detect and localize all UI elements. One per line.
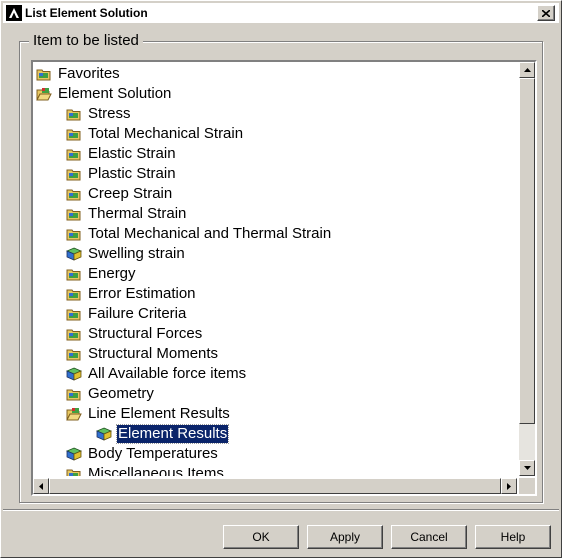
- cube-icon: [95, 427, 113, 441]
- tree-item[interactable]: Plastic Strain: [66, 164, 177, 184]
- help-button[interactable]: Help: [475, 525, 551, 549]
- scroll-right-button[interactable]: [501, 478, 517, 494]
- ansys-logo-icon: [6, 5, 22, 21]
- tree-item-label: All Available force items: [88, 365, 247, 382]
- tree-item[interactable]: Total Mechanical and Thermal Strain: [66, 224, 332, 244]
- folder-icon: [66, 227, 82, 241]
- vertical-scroll-thumb[interactable]: [519, 78, 535, 424]
- tree-item-label: Swelling strain: [88, 245, 185, 262]
- close-icon: [542, 9, 550, 17]
- open-folder-icon: [36, 87, 52, 101]
- tree-item-label: Stress: [88, 105, 131, 122]
- horizontal-scrollbar[interactable]: [33, 478, 517, 494]
- tree-item-label: Failure Criteria: [88, 305, 187, 322]
- folder-icon: [66, 467, 82, 476]
- folder-icon: [66, 207, 82, 221]
- folder-icon: [66, 167, 82, 181]
- horizontal-scroll-thumb[interactable]: [49, 478, 501, 494]
- tree-item[interactable]: Swelling strain: [65, 244, 186, 264]
- tree-item[interactable]: Line Element Results: [66, 404, 231, 424]
- tree-item-label: Total Mechanical Strain: [88, 125, 244, 142]
- tree-item-label: Element Results: [115, 424, 230, 444]
- tree-item[interactable]: Geometry: [66, 384, 155, 404]
- tree-content: Favorites Element Solution Stress Total Mec…: [33, 62, 517, 476]
- tree-item-label: Structural Moments: [88, 345, 219, 362]
- tree-item-label: Body Temperatures: [88, 445, 218, 462]
- scroll-corner: [519, 478, 535, 494]
- tree-item[interactable]: Structural Moments: [66, 344, 219, 364]
- tree-item[interactable]: Body Temperatures: [65, 444, 219, 464]
- vertical-scrollbar[interactable]: [519, 62, 535, 476]
- tree-item-label: Element Solution: [58, 85, 172, 102]
- tree-item[interactable]: Element Solution: [36, 84, 172, 104]
- tree-item[interactable]: Failure Criteria: [66, 304, 187, 324]
- tree-item-label: Favorites: [58, 65, 120, 82]
- item-tree[interactable]: Favorites Element Solution Stress Total Mec…: [31, 60, 537, 496]
- cube-icon: [65, 367, 83, 381]
- folder-icon: [36, 67, 52, 81]
- tree-item-label: Elastic Strain: [88, 145, 176, 162]
- tree-item[interactable]: Favorites: [36, 64, 121, 84]
- window-title: List Element Solution: [25, 6, 148, 20]
- tree-item[interactable]: Elastic Strain: [66, 144, 177, 164]
- tree-item-label: Energy: [88, 265, 136, 282]
- arrow-up-icon: [523, 68, 531, 72]
- tree-item-label: Creep Strain: [88, 185, 173, 202]
- open-folder-icon: [66, 407, 82, 421]
- apply-button[interactable]: Apply: [307, 525, 383, 549]
- tree-item-label: Thermal Strain: [88, 205, 187, 222]
- folder-icon: [66, 267, 82, 281]
- tree-item[interactable]: Creep Strain: [66, 184, 173, 204]
- tree-item-label: Line Element Results: [88, 405, 230, 422]
- tree-item[interactable]: Structural Forces: [66, 324, 203, 344]
- scroll-up-button[interactable]: [519, 62, 535, 78]
- group-label: Item to be listed: [29, 32, 143, 49]
- tree-item-label: Total Mechanical and Thermal Strain: [88, 225, 332, 242]
- cube-icon: [65, 247, 83, 261]
- arrow-left-icon: [39, 482, 43, 490]
- folder-icon: [66, 347, 82, 361]
- separator: [3, 509, 559, 511]
- tree-item[interactable]: Miscellaneous Items: [66, 464, 225, 476]
- tree-item-label: Plastic Strain: [88, 165, 176, 182]
- folder-icon: [66, 307, 82, 321]
- arrow-down-icon: [523, 466, 531, 470]
- folder-icon: [66, 327, 82, 341]
- tree-item[interactable]: Error Estimation: [66, 284, 197, 304]
- scroll-left-button[interactable]: [33, 478, 49, 494]
- folder-icon: [66, 187, 82, 201]
- tree-item[interactable]: Thermal Strain: [66, 204, 187, 224]
- close-button[interactable]: [537, 5, 555, 21]
- tree-item-label: Miscellaneous Items: [88, 465, 224, 476]
- cube-icon: [65, 447, 83, 461]
- tree-item-label: Structural Forces: [88, 325, 203, 342]
- dialog-window: List Element Solution Item to be listed …: [0, 0, 562, 558]
- tree-item-label: Geometry: [88, 385, 154, 402]
- tree-item[interactable]: Stress: [66, 104, 132, 124]
- tree-item[interactable]: Energy: [66, 264, 137, 284]
- tree-item[interactable]: All Available force items: [65, 364, 247, 384]
- folder-icon: [66, 107, 82, 121]
- scroll-down-button[interactable]: [519, 460, 535, 476]
- folder-icon: [66, 387, 82, 401]
- folder-icon: [66, 127, 82, 141]
- folder-icon: [66, 287, 82, 301]
- ok-button[interactable]: OK: [223, 525, 299, 549]
- tree-item[interactable]: Total Mechanical Strain: [66, 124, 244, 144]
- title-bar[interactable]: List Element Solution: [3, 3, 559, 23]
- tree-item[interactable]: Element Results: [95, 424, 230, 444]
- arrow-right-icon: [507, 482, 511, 490]
- tree-item-label: Error Estimation: [88, 285, 196, 302]
- folder-icon: [66, 147, 82, 161]
- cancel-button[interactable]: Cancel: [391, 525, 467, 549]
